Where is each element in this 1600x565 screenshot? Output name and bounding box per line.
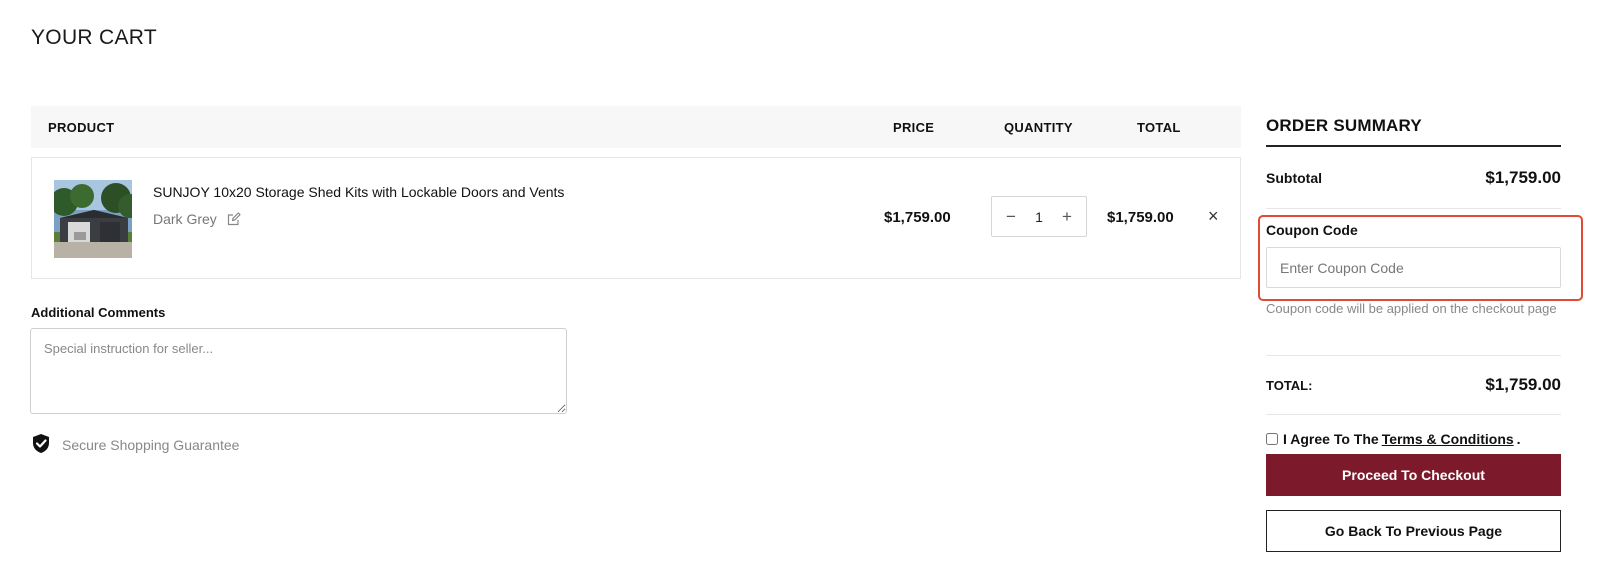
subtotal-value: $1,759.00	[1485, 167, 1561, 187]
column-header-total: TOTAL	[1137, 120, 1181, 135]
agree-prefix: I Agree To The	[1283, 431, 1379, 447]
product-name-link[interactable]: SUNJOY 10x20 Storage Shed Kits with Lock…	[153, 184, 564, 200]
comments-label: Additional Comments	[31, 305, 166, 320]
item-total: $1,759.00	[1107, 209, 1174, 226]
secure-shopping-notice: Secure Shopping Guarantee	[31, 433, 239, 457]
summary-divider	[1266, 355, 1561, 356]
shield-check-icon	[31, 433, 51, 457]
total-label: TOTAL:	[1266, 378, 1313, 393]
proceed-to-checkout-button[interactable]: Proceed To Checkout	[1266, 454, 1561, 496]
page-title: YOUR CART	[31, 26, 157, 49]
column-header-product: PRODUCT	[48, 120, 115, 135]
summary-divider	[1266, 414, 1561, 415]
item-price: $1,759.00	[884, 209, 951, 226]
subtotal-label: Subtotal	[1266, 169, 1322, 186]
quantity-increase-button[interactable]: +	[1060, 208, 1074, 225]
cart-item-row: SUNJOY 10x20 Storage Shed Kits with Lock…	[31, 157, 1241, 279]
subtotal-row: Subtotal $1,759.00	[1266, 147, 1561, 209]
product-variant: Dark Grey	[153, 211, 241, 227]
order-summary-title: ORDER SUMMARY	[1266, 106, 1561, 147]
coupon-label: Coupon Code	[1266, 222, 1358, 238]
agree-suffix: .	[1516, 431, 1521, 447]
coupon-input[interactable]	[1266, 247, 1561, 288]
edit-icon[interactable]	[227, 212, 241, 226]
terms-checkbox[interactable]	[1266, 433, 1278, 445]
cart-table-header: PRODUCT PRICE QUANTITY TOTAL	[31, 106, 1241, 148]
terms-agreement: I Agree To The Terms & Conditions.	[1266, 431, 1521, 447]
coupon-note: Coupon code will be applied on the check…	[1266, 301, 1557, 316]
variant-label: Dark Grey	[153, 211, 217, 227]
quantity-stepper: − 1 +	[991, 196, 1087, 237]
column-header-price: PRICE	[893, 120, 935, 135]
quantity-decrease-button[interactable]: −	[1004, 208, 1018, 225]
secure-shopping-text: Secure Shopping Guarantee	[62, 437, 240, 453]
quantity-value[interactable]: 1	[1035, 209, 1043, 225]
product-thumbnail[interactable]	[54, 180, 132, 258]
comments-textarea[interactable]	[30, 328, 567, 414]
column-header-quantity: QUANTITY	[1004, 120, 1073, 135]
terms-link[interactable]: Terms & Conditions	[1382, 431, 1514, 447]
total-value: $1,759.00	[1485, 375, 1561, 394]
order-summary: ORDER SUMMARY Subtotal $1,759.00	[1266, 106, 1561, 209]
remove-item-button[interactable]: ×	[1208, 207, 1219, 225]
go-back-button[interactable]: Go Back To Previous Page	[1266, 510, 1561, 552]
cart-page: YOUR CART PRODUCT PRICE QUANTITY TOTAL S…	[0, 0, 1600, 565]
